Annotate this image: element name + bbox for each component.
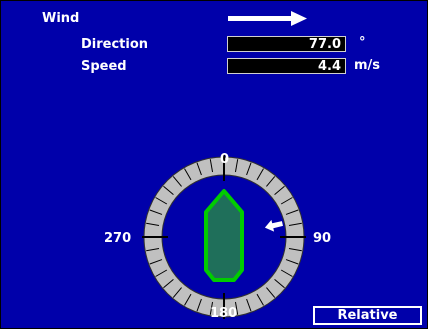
dial-label-270: 270 xyxy=(104,231,132,246)
wind-dial xyxy=(142,155,306,319)
dial-label-180: 180 xyxy=(210,306,238,321)
dial-label-90: 90 xyxy=(313,231,332,246)
dial-label-0: 0 xyxy=(220,152,230,167)
relative-button[interactable]: Relative xyxy=(313,306,422,325)
vessel-icon xyxy=(204,189,244,282)
